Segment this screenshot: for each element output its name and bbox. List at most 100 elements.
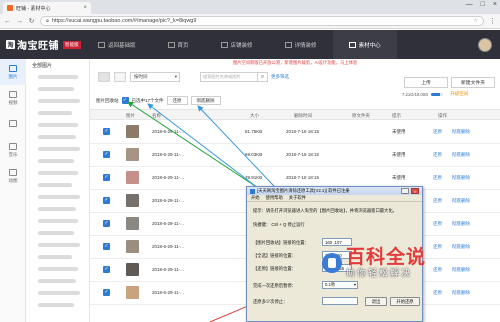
- folder-item-blurred[interactable]: [38, 147, 80, 151]
- folder-item-blurred[interactable]: [38, 183, 72, 187]
- thumbnail[interactable]: [126, 194, 139, 207]
- dialog-minimize-icon[interactable]: _: [401, 188, 409, 194]
- exit-button[interactable]: 退出: [365, 297, 387, 306]
- browser-tab[interactable]: 旺铺 - 素材中心 ×: [3, 2, 91, 14]
- loop-count-field[interactable]: [322, 297, 358, 305]
- folder-item-blurred[interactable]: [38, 195, 80, 199]
- row-restore-link[interactable]: 还原: [433, 129, 442, 135]
- thumbnail[interactable]: [126, 217, 139, 230]
- folder-item-blurred[interactable]: [38, 255, 72, 259]
- folder-item-blurred[interactable]: [38, 231, 74, 235]
- back-icon[interactable]: ←: [4, 18, 11, 25]
- left-nav-gif[interactable]: 动图: [0, 163, 26, 189]
- dialog-close-icon[interactable]: ×: [411, 188, 419, 194]
- row-restore-link[interactable]: 还原: [433, 221, 442, 227]
- sort-select[interactable]: 按时间 ▾: [130, 72, 180, 82]
- row-delete-link[interactable]: 彻底删除: [452, 221, 470, 227]
- start-restore-button[interactable]: 开始还原: [390, 297, 420, 306]
- folder-item-blurred[interactable]: [38, 207, 76, 211]
- row-checkbox[interactable]: ✓: [103, 174, 110, 181]
- delete-permanently-button[interactable]: 彻底删除: [190, 96, 221, 105]
- nav-detail-decor[interactable]: 详情装修: [269, 30, 333, 59]
- upload-button[interactable]: 上传: [404, 77, 448, 88]
- row-checkbox[interactable]: ✓: [103, 128, 110, 135]
- row-checkbox[interactable]: ✓: [103, 220, 110, 227]
- thumbnail[interactable]: [126, 286, 139, 299]
- menu-help[interactable]: 使用帮助: [266, 195, 283, 201]
- folder-item-blurred[interactable]: [38, 303, 74, 307]
- row-restore-link[interactable]: 还原: [433, 152, 442, 158]
- folder-item-blurred[interactable]: [38, 279, 76, 283]
- row-delete-link[interactable]: 彻底删除: [452, 152, 470, 158]
- thumbnail[interactable]: [126, 263, 139, 276]
- browser-menu-icon[interactable]: ⋮: [489, 17, 496, 25]
- maximize-icon[interactable]: □: [481, 1, 485, 8]
- row-delete-link[interactable]: 彻底删除: [452, 129, 470, 135]
- avatar[interactable]: [478, 37, 492, 52]
- nav-back-basic[interactable]: 返回基础版: [82, 30, 152, 59]
- row-delete-link[interactable]: 彻底删除: [452, 198, 470, 204]
- restore-button[interactable]: 还原: [166, 96, 188, 105]
- forward-icon[interactable]: →: [16, 18, 23, 25]
- tab-close-icon[interactable]: ×: [83, 5, 87, 11]
- new-folder-button[interactable]: 新建文件夹: [451, 77, 495, 88]
- interval-select[interactable]: 0.1秒 ▾: [322, 281, 358, 289]
- recycle-pos-field[interactable]: 160 ,107: [322, 238, 352, 246]
- logo[interactable]: 淘 淘宝旺铺 智能版: [0, 37, 82, 52]
- row-delete-link[interactable]: 彻底删除: [452, 267, 470, 273]
- list-view-button[interactable]: [98, 72, 110, 82]
- row-checkbox[interactable]: ✓: [103, 266, 110, 273]
- thumbnail[interactable]: [126, 125, 139, 138]
- search-input[interactable]: 搜索图片名称或图片: [200, 72, 258, 82]
- select-all-checkbox[interactable]: ✓: [121, 97, 129, 104]
- reload-icon[interactable]: ↻: [28, 17, 35, 25]
- folder-item-blurred[interactable]: [38, 135, 76, 139]
- url-field[interactable]: 🔒︎ https://sucai.wangpu.taobao.com/#/man…: [40, 16, 484, 26]
- left-nav-music[interactable]: 音乐: [0, 137, 26, 163]
- folder-item-blurred[interactable]: [38, 75, 78, 79]
- more-filter-link[interactable]: 更多筛选: [271, 74, 289, 80]
- folder-item-blurred[interactable]: [38, 99, 80, 103]
- nav-home[interactable]: 首页: [152, 30, 205, 59]
- folder-item-blurred[interactable]: [38, 267, 78, 271]
- menu-start[interactable]: 开始: [251, 195, 260, 201]
- bookmark-star-icon[interactable]: ☆: [473, 18, 478, 24]
- table-row[interactable]: ✓ 2018-6-29-11-... 69.03KB 2018-7-18 18:…: [90, 144, 500, 167]
- row-restore-link[interactable]: 还原: [433, 198, 442, 204]
- left-nav-file[interactable]: [0, 111, 26, 137]
- row-checkbox[interactable]: ✓: [103, 151, 110, 158]
- table-row[interactable]: ✓ 2018-6-29-11-... 81.75KB 2018-7-18 18:…: [90, 121, 500, 144]
- nav-material-center[interactable]: 素材中心: [332, 30, 397, 59]
- folder-item-blurred[interactable]: [38, 87, 74, 91]
- thumbnail[interactable]: [126, 171, 139, 184]
- folder-item-blurred[interactable]: [38, 159, 74, 163]
- notice-banner[interactable]: 图片空间新版已开放公测，新增图片裁剪，AI设计功能，马上体验: [90, 59, 500, 67]
- folder-item-blurred[interactable]: [38, 123, 78, 127]
- thumbnail[interactable]: [126, 148, 139, 161]
- menu-about[interactable]: 关于软件: [289, 195, 306, 201]
- left-nav-video[interactable]: 视频: [0, 85, 26, 111]
- left-nav-images[interactable]: 图片: [0, 59, 26, 85]
- folder-item-blurred[interactable]: [38, 243, 80, 247]
- row-restore-link[interactable]: 还原: [433, 175, 442, 181]
- row-checkbox[interactable]: ✓: [103, 289, 110, 296]
- nav-shop-decor[interactable]: 店铺装修: [205, 30, 269, 59]
- row-restore-link[interactable]: 还原: [433, 267, 442, 273]
- search-icon[interactable]: ⌕: [258, 72, 268, 82]
- folder-item-blurred[interactable]: [38, 219, 78, 223]
- folder-item-blurred[interactable]: [38, 111, 72, 115]
- folder-all-images[interactable]: 全部图片: [26, 59, 89, 69]
- row-checkbox[interactable]: ✓: [103, 243, 110, 250]
- row-restore-link[interactable]: 还原: [433, 290, 442, 296]
- grid-view-button[interactable]: [114, 72, 126, 82]
- row-delete-link[interactable]: 彻底删除: [452, 175, 470, 181]
- row-delete-link[interactable]: 彻底删除: [452, 244, 470, 250]
- row-delete-link[interactable]: 彻底删除: [452, 290, 470, 296]
- minimize-icon[interactable]: —: [466, 1, 473, 8]
- folder-item-blurred[interactable]: [38, 291, 80, 295]
- folder-item-blurred[interactable]: [38, 171, 78, 175]
- recycle-bin-label[interactable]: 图片回收站: [96, 98, 119, 104]
- row-checkbox[interactable]: ✓: [103, 197, 110, 204]
- upgrade-link[interactable]: 升级空间: [450, 91, 468, 97]
- row-restore-link[interactable]: 还原: [433, 244, 442, 250]
